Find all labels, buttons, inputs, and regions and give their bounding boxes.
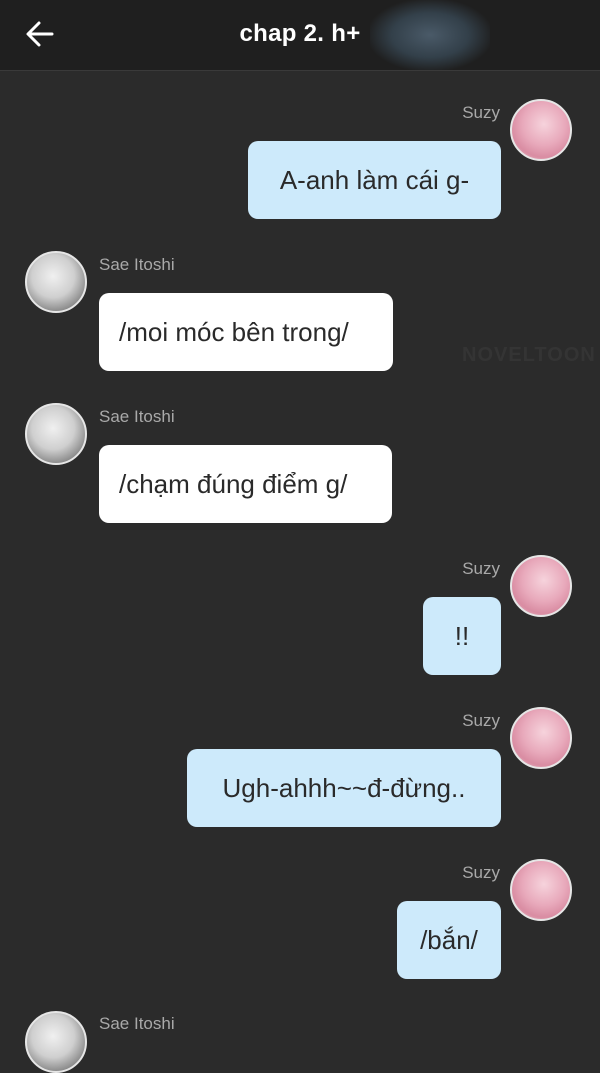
sender-name: Suzy xyxy=(462,863,500,882)
avatar[interactable] xyxy=(510,707,572,769)
sender-name: Sae Itoshi xyxy=(99,255,175,274)
message-bubble[interactable]: /bắn/ xyxy=(397,901,501,979)
message-bubble[interactable]: Ugh-ahhh~~đ-đừng.. xyxy=(187,749,501,827)
avatar[interactable] xyxy=(25,1011,87,1073)
sender-name: Sae Itoshi xyxy=(99,1014,175,1033)
message-bubble[interactable]: /moi móc bên trong/ xyxy=(99,293,393,371)
avatar[interactable] xyxy=(510,99,572,161)
sender-name: Suzy xyxy=(462,559,500,578)
avatar[interactable] xyxy=(25,251,87,313)
message-bubble[interactable]: /chạm đúng điểm g/ xyxy=(99,445,392,523)
avatar[interactable] xyxy=(25,403,87,465)
message-bubble[interactable]: !! xyxy=(423,597,501,675)
avatar[interactable] xyxy=(510,859,572,921)
sender-name: Suzy xyxy=(462,711,500,730)
watermark: NOVELTOON xyxy=(462,344,596,366)
page-title: chap 2. h+ xyxy=(239,20,361,47)
message-bubble[interactable]: A-anh làm cái g- xyxy=(248,141,501,219)
sender-name: Suzy xyxy=(462,103,500,122)
chat-header: chap 2. h+ xyxy=(0,0,600,71)
sender-name: Sae Itoshi xyxy=(99,407,175,426)
avatar[interactable] xyxy=(510,555,572,617)
